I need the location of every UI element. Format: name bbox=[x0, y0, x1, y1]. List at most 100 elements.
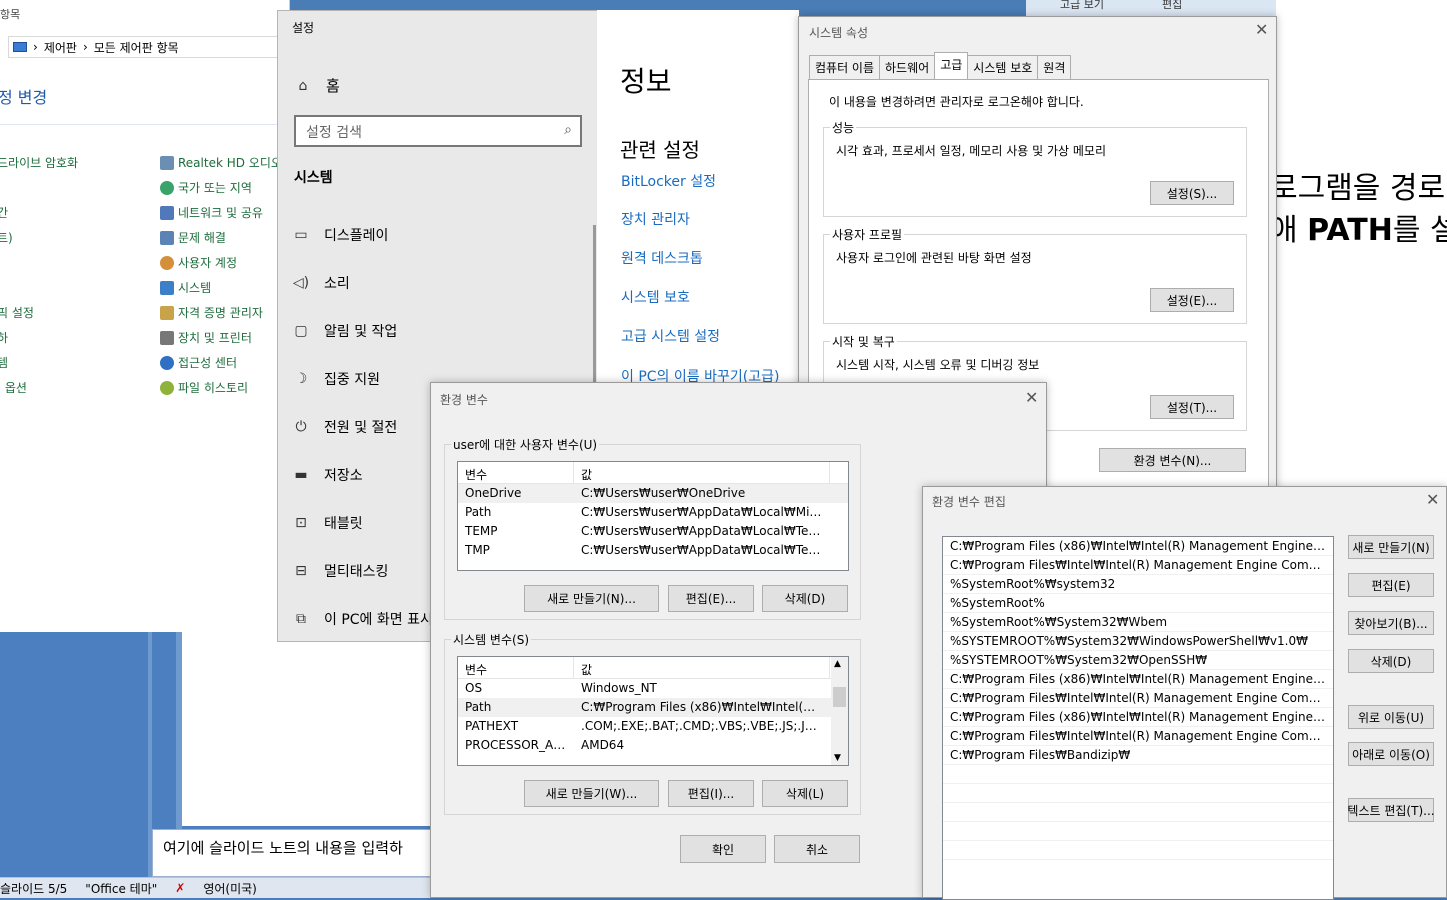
ribbon-tab[interactable]: 편집 bbox=[1162, 0, 1182, 12]
user-edit-button[interactable]: 편집(E)... bbox=[668, 585, 754, 612]
system-new-button[interactable]: 새로 만들기(W)... bbox=[524, 780, 659, 807]
delete-entry-button[interactable]: 삭제(D) bbox=[1348, 649, 1434, 673]
table-row[interactable]: TEMP C:₩Users₩user₩AppData₩Local₩Temp bbox=[458, 522, 848, 541]
address-bar[interactable]: › 제어판 › 모든 제어판 항목 bbox=[8, 36, 290, 58]
cp-item[interactable]: | 옵션 bbox=[0, 379, 27, 396]
ok-button[interactable]: 확인 bbox=[680, 835, 766, 863]
column-header-variable[interactable]: 변수 bbox=[458, 657, 574, 678]
table-row[interactable]: PATHEXT .COM;.EXE;.BAT;.CMD;.VBS;.VBE;.JS… bbox=[458, 717, 848, 736]
system-edit-button[interactable]: 편집(I)... bbox=[668, 780, 754, 807]
settings-item-notifications[interactable]: ▢ 알림 및 작업 bbox=[292, 321, 397, 341]
list-item[interactable] bbox=[943, 841, 1333, 860]
link-system-protection[interactable]: 시스템 보호 bbox=[621, 287, 690, 307]
tab-computer-name[interactable]: 컴퓨터 이름 bbox=[809, 55, 881, 82]
list-item[interactable]: C:₩Program Files₩Intel₩Intel(R) Manageme… bbox=[943, 556, 1333, 575]
link-device-manager[interactable]: 장치 관리자 bbox=[621, 209, 690, 229]
cp-item-accessibility[interactable]: 접근성 센터 bbox=[160, 354, 237, 371]
status-language[interactable]: 영어(미국) bbox=[203, 880, 257, 897]
settings-search-input[interactable]: 설정 검색 ⌕ bbox=[294, 115, 582, 147]
cp-item[interactable]: 픽 설정 bbox=[0, 304, 34, 321]
tab-advanced[interactable]: 고급 bbox=[934, 52, 969, 79]
browse-button[interactable]: 찾아보기(B)... bbox=[1348, 611, 1434, 635]
table-row[interactable]: OneDrive C:₩Users₩user₩OneDrive bbox=[458, 484, 848, 503]
move-up-button[interactable]: 위로 이동(U) bbox=[1348, 705, 1434, 729]
cancel-button[interactable]: 취소 bbox=[774, 835, 860, 863]
table-row[interactable]: PathC:₩Users₩user₩AppData₩Local₩Microsof… bbox=[458, 503, 848, 522]
column-header-value[interactable]: 값 bbox=[574, 462, 830, 483]
scrollbar[interactable] bbox=[593, 225, 596, 405]
list-item[interactable]: C:₩Program Files (x86)₩Intel₩Intel(R) Ma… bbox=[943, 537, 1333, 556]
move-down-button[interactable]: 아래로 이동(O) bbox=[1348, 742, 1434, 766]
startup-settings-button[interactable]: 설정(T)... bbox=[1150, 395, 1234, 419]
cp-item-network[interactable]: 네트워크 및 공유 bbox=[160, 204, 263, 221]
cp-item[interactable]: 템 bbox=[0, 354, 8, 371]
home-button[interactable]: ⌂ 홈 bbox=[294, 75, 340, 96]
scrollbar[interactable]: ▲ ▼ bbox=[831, 657, 848, 765]
settings-item-multitasking[interactable]: ⊟ 멀티태스킹 bbox=[292, 561, 388, 581]
edit-text-button[interactable]: 텍스트 편집(T)... bbox=[1347, 798, 1435, 822]
link-advanced-system[interactable]: 고급 시스템 설정 bbox=[621, 326, 720, 346]
list-item[interactable] bbox=[943, 784, 1333, 803]
performance-settings-button[interactable]: 설정(S)... bbox=[1150, 181, 1234, 205]
system-variables-list[interactable]: 변수 값 OS Windows_NT Path C:₩Program Files (… bbox=[457, 656, 849, 766]
ribbon-tab[interactable]: 고급 보기 bbox=[1060, 0, 1104, 12]
cp-item-region[interactable]: 국가 또는 지역 bbox=[160, 179, 252, 196]
system-delete-button[interactable]: 삭제(L) bbox=[762, 780, 848, 807]
user-new-button[interactable]: 새로 만들기(N)... bbox=[524, 585, 659, 612]
cp-item[interactable]: 간 bbox=[0, 204, 8, 221]
list-item[interactable]: %SystemRoot%₩system32 bbox=[943, 575, 1333, 594]
list-item[interactable]: C:₩Program Files₩Intel₩Intel(R) Manageme… bbox=[943, 727, 1333, 746]
spellcheck-icon[interactable]: ✗ bbox=[175, 881, 185, 895]
cp-item-troubleshoot[interactable]: 문제 해결 bbox=[160, 229, 226, 246]
list-item[interactable]: C:₩Program Files (x86)₩Intel₩Intel(R) Ma… bbox=[943, 670, 1333, 689]
link-bitlocker[interactable]: BitLocker 설정 bbox=[621, 171, 716, 191]
list-item[interactable]: C:₩Program Files₩Intel₩Intel(R) Manageme… bbox=[943, 689, 1333, 708]
list-item[interactable] bbox=[943, 803, 1333, 822]
column-header-variable[interactable]: 변수 bbox=[458, 462, 574, 483]
cp-item-file-history[interactable]: 파일 히스토리 bbox=[160, 379, 248, 396]
settings-item-power[interactable]: ⏻ 전원 및 절전 bbox=[292, 417, 397, 437]
table-row[interactable]: Path C:₩Program Files (x86)₩Intel₩Intel(R… bbox=[458, 698, 848, 717]
list-item[interactable]: %SystemRoot% bbox=[943, 594, 1333, 613]
tab-system-protection[interactable]: 시스템 보호 bbox=[967, 55, 1039, 82]
cp-item[interactable]: 하 bbox=[0, 329, 8, 346]
cp-item-system[interactable]: 시스템 bbox=[160, 279, 211, 296]
scroll-down-icon[interactable]: ▼ bbox=[834, 753, 841, 763]
profile-settings-button[interactable]: 설정(E)... bbox=[1150, 288, 1234, 312]
settings-item-projecting[interactable]: ⧉ 이 PC에 화면 표시 bbox=[292, 609, 433, 629]
list-item[interactable] bbox=[943, 822, 1333, 841]
breadcrumb-item[interactable]: 제어판 bbox=[44, 39, 77, 56]
cp-item[interactable]: 트) bbox=[0, 229, 13, 246]
cp-item-realtek[interactable]: Realtek HD 오디오 bbox=[160, 154, 282, 171]
slide-area[interactable] bbox=[182, 630, 442, 826]
close-icon[interactable]: ✕ bbox=[1025, 388, 1038, 407]
tab-hardware[interactable]: 하드웨어 bbox=[879, 55, 936, 82]
cp-item-user-accounts[interactable]: 사용자 계정 bbox=[160, 254, 237, 271]
table-row[interactable]: OS Windows_NT bbox=[458, 679, 848, 698]
new-entry-button[interactable]: 새로 만들기(N) bbox=[1348, 535, 1434, 559]
cp-item-devices[interactable]: 장치 및 프린터 bbox=[160, 329, 252, 346]
close-icon[interactable]: ✕ bbox=[1426, 490, 1439, 509]
list-item[interactable]: %SYSTEMROOT%₩System32₩WindowsPowerShell₩… bbox=[943, 632, 1333, 651]
environment-variables-button[interactable]: 환경 변수(N)... bbox=[1099, 448, 1246, 472]
cp-item-credentials[interactable]: 자격 증명 관리자 bbox=[160, 304, 263, 321]
user-variables-list[interactable]: 변수 값 OneDrive C:₩Users₩user₩OneDrive Path… bbox=[457, 461, 849, 571]
breadcrumb-item[interactable]: 모든 제어판 항목 bbox=[94, 39, 179, 56]
path-entries-list[interactable]: C:₩Program Files (x86)₩Intel₩Intel(R) Ma… bbox=[942, 536, 1334, 900]
scroll-thumb[interactable] bbox=[833, 687, 846, 707]
close-icon[interactable]: ✕ bbox=[1255, 20, 1268, 39]
tab-remote[interactable]: 원격 bbox=[1037, 55, 1072, 82]
list-item[interactable]: C:₩Program Files (x86)₩Intel₩Intel(R) Ma… bbox=[943, 708, 1333, 727]
scroll-up-icon[interactable]: ▲ bbox=[834, 659, 841, 669]
list-item[interactable]: C:₩Program Files₩Bandizip₩ bbox=[943, 746, 1333, 765]
link-remote-desktop[interactable]: 원격 데스크톱 bbox=[621, 248, 703, 268]
user-delete-button[interactable]: 삭제(D) bbox=[762, 585, 848, 612]
settings-item-display[interactable]: ▭ 디스플레이 bbox=[292, 225, 388, 245]
table-row[interactable]: PROCESSOR_ARC... AMD64 bbox=[458, 736, 848, 755]
settings-item-focus[interactable]: ☽ 집중 지원 bbox=[292, 369, 380, 389]
column-header-value[interactable]: 값 bbox=[574, 657, 830, 678]
table-row[interactable]: TMP C:₩Users₩user₩AppData₩Local₩Temp bbox=[458, 541, 848, 560]
settings-item-storage[interactable]: ▬ 저장소 bbox=[292, 465, 362, 485]
slide-notes-input[interactable]: 여기에 슬라이드 노트의 내용을 입력하 bbox=[152, 829, 442, 877]
list-item[interactable]: %SystemRoot%₩System32₩Wbem bbox=[943, 613, 1333, 632]
